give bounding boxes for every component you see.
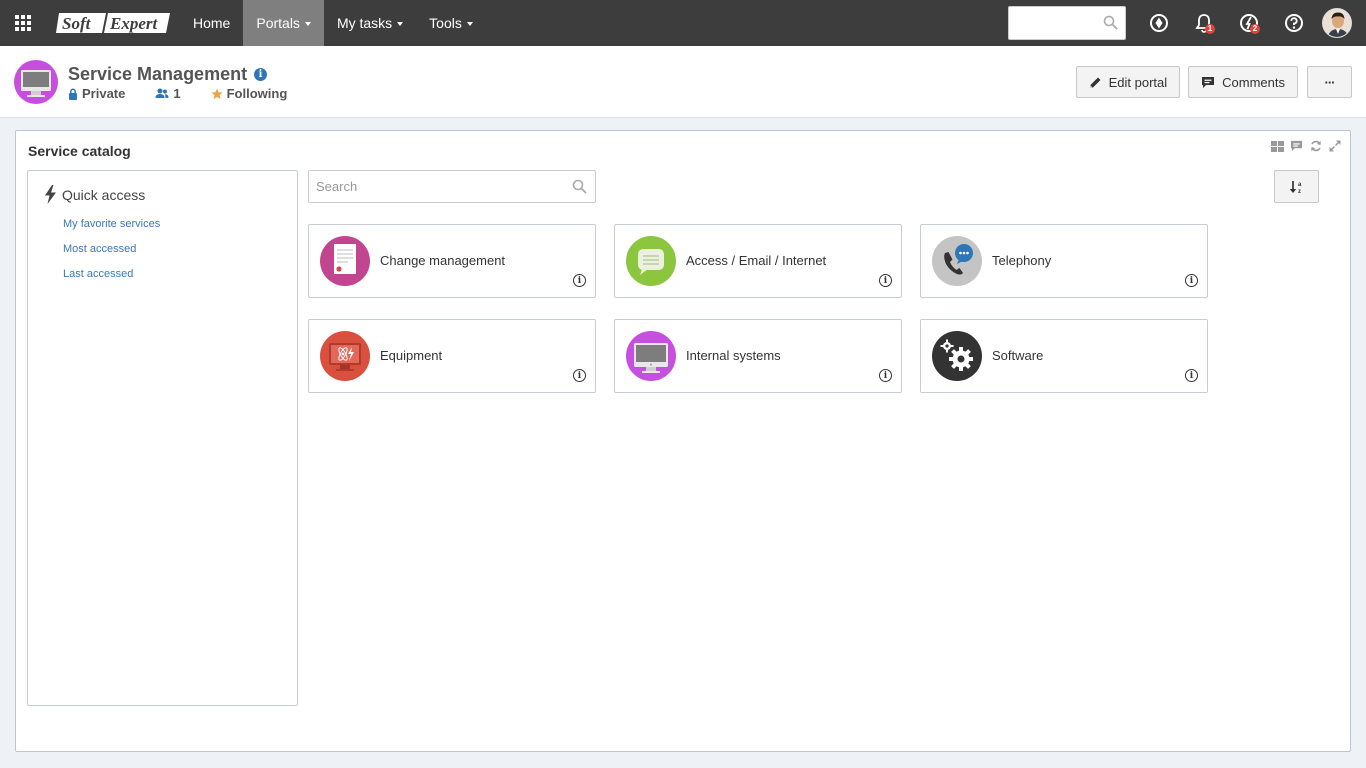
- info-icon[interactable]: i: [573, 274, 586, 287]
- more-options-button[interactable]: ···: [1307, 66, 1352, 98]
- grid-view-icon[interactable]: [1268, 139, 1287, 153]
- refresh-icon[interactable]: [1306, 139, 1325, 153]
- lightning-icon: [45, 185, 56, 204]
- following-label: Following: [226, 86, 288, 101]
- catalog-search: [308, 170, 596, 203]
- portal-title-text: Service Management: [68, 64, 248, 84]
- service-card-access-email-internet[interactable]: Access / Email / Internet i: [614, 224, 902, 298]
- portal-meta: Private 1 Following: [68, 86, 317, 101]
- sort-az-icon: az: [1289, 180, 1302, 194]
- privacy-indicator: Private: [68, 86, 125, 101]
- document-icon: [320, 236, 370, 286]
- apps-grid-icon[interactable]: [0, 0, 46, 46]
- service-label: Telephony: [992, 253, 1052, 268]
- user-avatar[interactable]: [1322, 8, 1352, 38]
- tasks-clock-icon[interactable]: 2: [1226, 0, 1271, 46]
- panel-tools: [1268, 139, 1344, 153]
- comment-icon: [1202, 76, 1215, 88]
- top-navbar: Soft Expert Home Portals My tasks Tools …: [0, 0, 1366, 46]
- svg-text:a: a: [1298, 182, 1302, 188]
- quick-access-header: Quick access: [44, 185, 145, 204]
- phone-icon: [932, 236, 982, 286]
- sort-button[interactable]: az: [1274, 170, 1319, 203]
- members-count: 1: [173, 86, 181, 101]
- nav-home-label: Home: [193, 15, 231, 31]
- follow-indicator[interactable]: Following: [211, 86, 288, 101]
- lock-icon: [69, 88, 77, 100]
- panel-comment-icon[interactable]: [1287, 139, 1306, 153]
- search-icon[interactable]: [572, 179, 587, 199]
- expand-icon[interactable]: [1325, 139, 1344, 153]
- info-icon[interactable]: i: [254, 68, 268, 81]
- panel-title: Service catalog: [28, 143, 131, 159]
- service-card-change-management[interactable]: Change management i: [308, 224, 596, 298]
- service-label: Change management: [380, 253, 506, 268]
- logo-text-expert: Expert: [109, 14, 159, 33]
- users-icon: [155, 88, 169, 98]
- edit-portal-button[interactable]: Edit portal: [1075, 66, 1181, 98]
- pencil-icon: [1089, 77, 1101, 88]
- nav-my-tasks[interactable]: My tasks: [324, 0, 416, 46]
- help-icon[interactable]: [1271, 0, 1316, 46]
- service-label: Equipment: [380, 348, 443, 363]
- caret-down-icon: [397, 22, 404, 26]
- star-icon: [211, 88, 223, 99]
- nav-my-tasks-label: My tasks: [336, 15, 393, 31]
- chat-bubble-icon: [626, 236, 676, 286]
- gears-icon: [932, 331, 982, 381]
- quick-link-favorites[interactable]: My favorite services: [63, 218, 160, 230]
- comments-button[interactable]: Comments: [1188, 66, 1298, 98]
- compass-icon[interactable]: [1136, 0, 1181, 46]
- monitor-atom-icon: [320, 331, 370, 381]
- nav-tools[interactable]: Tools: [416, 0, 486, 46]
- service-card-internal-systems[interactable]: Internal systems i: [614, 319, 902, 393]
- more-label: ···: [1324, 74, 1336, 90]
- quick-access-title: Quick access: [62, 186, 146, 203]
- notifications-bell-icon[interactable]: 1: [1181, 0, 1226, 46]
- global-search-input[interactable]: [1009, 7, 1099, 39]
- portal-title: Service Management i: [68, 64, 268, 85]
- info-icon[interactable]: i: [879, 369, 892, 382]
- global-search: [1008, 6, 1126, 40]
- nav-portals-label: Portals: [256, 15, 300, 31]
- nav-portals[interactable]: Portals: [243, 0, 324, 46]
- info-icon[interactable]: i: [1185, 274, 1198, 287]
- service-card-software[interactable]: Software i: [920, 319, 1208, 393]
- portal-header: Service Management i Private 1 Following…: [0, 46, 1366, 118]
- tasks-badge: 2: [1250, 24, 1260, 34]
- portal-monitor-icon: [14, 60, 58, 104]
- search-icon[interactable]: [1103, 15, 1118, 35]
- info-icon[interactable]: i: [879, 274, 892, 287]
- quick-access-sidebar: Quick access My favorite services Most a…: [27, 170, 298, 706]
- quick-link-last-accessed[interactable]: Last accessed: [63, 268, 133, 280]
- service-label: Internal systems: [686, 348, 781, 363]
- softexpert-logo[interactable]: Soft Expert: [56, 11, 170, 35]
- logo-text-soft: Soft: [62, 14, 92, 33]
- service-label: Access / Email / Internet: [686, 253, 827, 268]
- info-icon[interactable]: i: [1185, 369, 1198, 382]
- service-catalog-panel: Service catalog Quick access My favorite…: [15, 130, 1351, 752]
- service-label: Software: [992, 348, 1044, 363]
- service-card-equipment[interactable]: Equipment i: [308, 319, 596, 393]
- edit-portal-label: Edit portal: [1108, 74, 1168, 90]
- privacy-label: Private: [82, 86, 126, 101]
- members-indicator[interactable]: 1: [155, 86, 181, 101]
- catalog-search-input[interactable]: [309, 171, 559, 202]
- notifications-badge: 1: [1205, 24, 1215, 34]
- nav-home[interactable]: Home: [180, 0, 243, 46]
- caret-down-icon: [304, 22, 311, 26]
- comments-label: Comments: [1222, 74, 1285, 90]
- info-icon[interactable]: i: [573, 369, 586, 382]
- quick-link-most-accessed[interactable]: Most accessed: [63, 243, 136, 255]
- nav-tools-label: Tools: [429, 15, 462, 31]
- service-card-telephony[interactable]: Telephony i: [920, 224, 1208, 298]
- caret-down-icon: [466, 22, 473, 26]
- svg-text:z: z: [1298, 189, 1301, 194]
- monitor-icon: [626, 331, 676, 381]
